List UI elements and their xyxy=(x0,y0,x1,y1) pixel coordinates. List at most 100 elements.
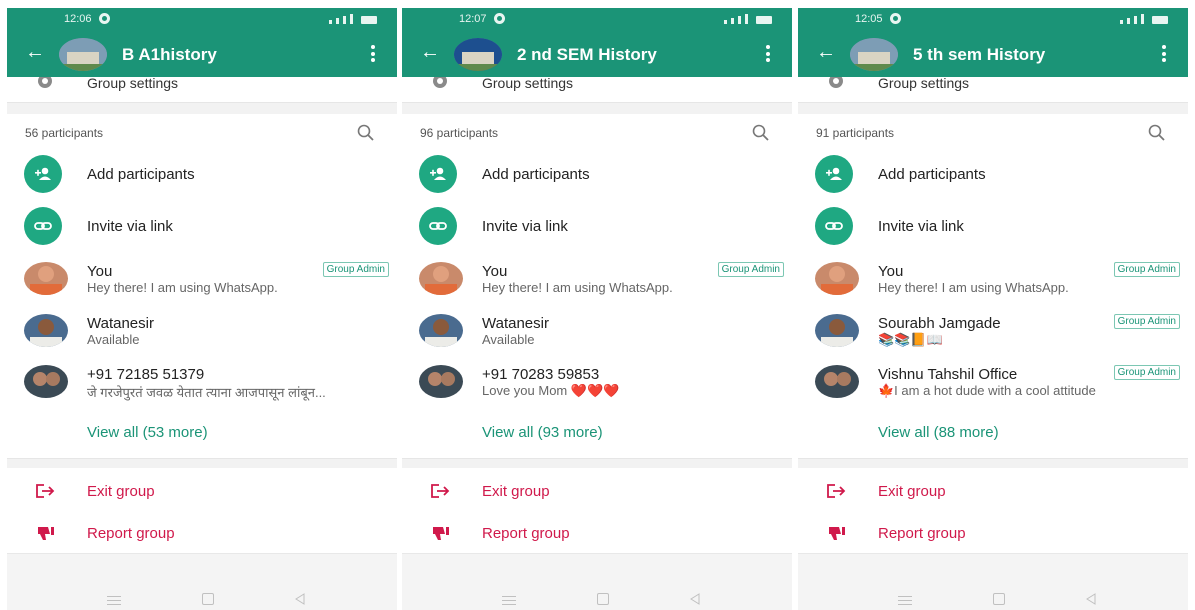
group-title[interactable]: 2 nd SEM History xyxy=(517,45,657,65)
section-divider xyxy=(402,458,792,468)
search-icon[interactable] xyxy=(357,124,375,142)
view-all-link[interactable]: View all (93 more) xyxy=(482,424,603,441)
add-participants-row[interactable]: Add participants xyxy=(798,155,1188,195)
participant-row[interactable]: You Hey there! I am using WhatsApp. Grou… xyxy=(402,262,792,312)
navigation-bar xyxy=(7,553,397,610)
group-settings-row[interactable]: Group settings xyxy=(402,75,792,99)
exit-group-label: Exit group xyxy=(87,483,155,500)
thumbs-down-icon xyxy=(829,527,845,540)
status-bar: 12:07 xyxy=(402,8,792,31)
more-options-icon[interactable] xyxy=(371,45,375,62)
participant-avatar xyxy=(419,314,463,347)
participant-status: Hey there! I am using WhatsApp. xyxy=(482,280,673,295)
back-triangle-icon[interactable] xyxy=(689,593,701,605)
back-triangle-icon[interactable] xyxy=(1085,593,1097,605)
participant-avatar xyxy=(24,314,68,347)
thumbs-down-icon xyxy=(433,527,449,540)
participant-name: Watanesir xyxy=(87,315,154,332)
status-time: 12:05 xyxy=(855,13,883,25)
add-participants-row[interactable]: Add participants xyxy=(7,155,397,195)
report-group-row[interactable]: Report group xyxy=(7,523,397,553)
participant-row[interactable]: Vishnu Tahshil Office 🍁I am a hot dude w… xyxy=(798,365,1188,415)
group-settings-row[interactable]: Group settings xyxy=(7,75,397,99)
exit-group-row[interactable]: Exit group xyxy=(7,481,397,511)
group-admin-badge: Group Admin xyxy=(1113,262,1180,277)
back-arrow-icon[interactable]: ← xyxy=(420,42,440,62)
participant-row[interactable]: +91 70283 59853 Love you Mom ❤️❤️❤️ xyxy=(402,365,792,415)
group-settings-row[interactable]: Group settings xyxy=(798,75,1188,99)
recents-icon[interactable] xyxy=(502,596,516,605)
group-avatar[interactable] xyxy=(850,38,898,71)
participants-count: 56 participants xyxy=(25,126,104,140)
participant-row[interactable]: Watanesir Available xyxy=(7,314,397,364)
search-icon[interactable] xyxy=(752,124,770,142)
navigation-bar xyxy=(402,553,792,610)
group-avatar[interactable] xyxy=(454,38,502,71)
participant-name: You xyxy=(878,263,904,280)
gear-icon xyxy=(829,77,843,88)
participant-row[interactable]: Watanesir Available xyxy=(402,314,792,364)
group-settings-label: Group settings xyxy=(87,75,179,91)
more-options-icon[interactable] xyxy=(766,45,770,62)
group-settings-label: Group settings xyxy=(482,75,574,91)
recents-icon[interactable] xyxy=(107,596,121,605)
participant-status: Hey there! I am using WhatsApp. xyxy=(87,280,278,295)
report-group-row[interactable]: Report group xyxy=(798,523,1188,553)
search-icon[interactable] xyxy=(1148,124,1166,142)
home-icon[interactable] xyxy=(597,593,609,605)
group-admin-badge: Group Admin xyxy=(322,262,389,277)
back-triangle-icon[interactable] xyxy=(294,593,306,605)
exit-group-row[interactable]: Exit group xyxy=(402,481,792,511)
participant-status: Available xyxy=(482,332,535,347)
recents-icon[interactable] xyxy=(898,596,912,605)
link-icon xyxy=(419,207,457,245)
notification-icon xyxy=(890,13,901,24)
exit-group-row[interactable]: Exit group xyxy=(798,481,1188,511)
participant-row[interactable]: You Hey there! I am using WhatsApp. Grou… xyxy=(798,262,1188,312)
app-toolbar: ← 5 th sem History xyxy=(798,31,1188,77)
participant-avatar xyxy=(815,365,859,398)
view-all-link[interactable]: View all (88 more) xyxy=(878,424,999,441)
add-participants-row[interactable]: Add participants xyxy=(402,155,792,195)
participant-name: +91 72185 51379 xyxy=(87,366,205,383)
participant-status: Hey there! I am using WhatsApp. xyxy=(878,280,1069,295)
group-info-screen-3: 12:05 ← 5 th sem History Group settings … xyxy=(798,0,1188,610)
home-icon[interactable] xyxy=(202,593,214,605)
app-toolbar: ← B A1history xyxy=(7,31,397,77)
group-info-screen-2: 12:07 ← 2 nd SEM History Group settings … xyxy=(402,0,792,610)
invite-via-link-label: Invite via link xyxy=(878,218,964,235)
link-icon xyxy=(815,207,853,245)
gear-icon xyxy=(433,77,447,88)
participant-row[interactable]: +91 72185 51379 जे गरजेपुरतं जवळ येतात त… xyxy=(7,365,397,415)
view-all-link[interactable]: View all (53 more) xyxy=(87,424,208,441)
exit-group-label: Exit group xyxy=(482,483,550,500)
group-title[interactable]: 5 th sem History xyxy=(913,45,1045,65)
back-arrow-icon[interactable]: ← xyxy=(25,42,45,62)
section-divider xyxy=(402,102,792,114)
invite-via-link-row[interactable]: Invite via link xyxy=(402,207,792,247)
report-group-row[interactable]: Report group xyxy=(402,523,792,553)
exit-icon xyxy=(827,484,846,498)
navigation-bar xyxy=(798,553,1188,610)
back-arrow-icon[interactable]: ← xyxy=(816,42,836,62)
participant-name: +91 70283 59853 xyxy=(482,366,600,383)
more-options-icon[interactable] xyxy=(1162,45,1166,62)
group-avatar[interactable] xyxy=(59,38,107,71)
invite-via-link-row[interactable]: Invite via link xyxy=(798,207,1188,247)
participant-row[interactable]: Sourabh Jamgade 📚📚📙📖 Group Admin xyxy=(798,314,1188,364)
participant-status: 🍁I am a hot dude with a cool attitude xyxy=(878,383,1096,398)
participant-row[interactable]: You Hey there! I am using WhatsApp. Grou… xyxy=(7,262,397,312)
status-bar: 12:05 xyxy=(798,8,1188,31)
add-participants-label: Add participants xyxy=(87,166,195,183)
signal-battery-icons xyxy=(692,13,772,24)
exit-icon xyxy=(431,484,450,498)
add-person-icon xyxy=(24,155,62,193)
app-toolbar: ← 2 nd SEM History xyxy=(402,31,792,77)
thumbs-down-icon xyxy=(38,527,54,540)
group-title[interactable]: B A1history xyxy=(122,45,217,65)
section-divider xyxy=(7,102,397,114)
group-settings-label: Group settings xyxy=(878,75,970,91)
home-icon[interactable] xyxy=(993,593,1005,605)
invite-via-link-row[interactable]: Invite via link xyxy=(7,207,397,247)
add-person-icon xyxy=(419,155,457,193)
